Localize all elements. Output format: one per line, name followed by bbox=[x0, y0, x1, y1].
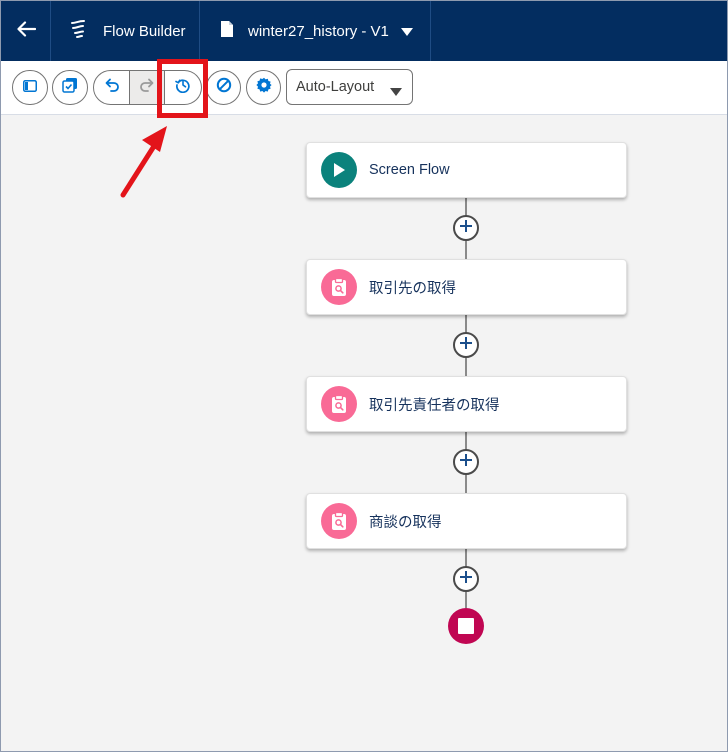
back-button[interactable] bbox=[1, 1, 51, 61]
plus-icon bbox=[459, 336, 473, 355]
copy-button[interactable] bbox=[52, 70, 88, 105]
record-lookup-icon bbox=[321, 269, 357, 305]
get-records-node-accounts[interactable]: 取引先の取得 bbox=[306, 259, 627, 315]
node-label: Screen Flow bbox=[369, 162, 450, 178]
toggle-panel-button[interactable] bbox=[12, 70, 48, 105]
node-label: 取引先の取得 bbox=[369, 280, 456, 297]
ban-icon bbox=[216, 77, 232, 98]
file-name: winter27_history - V1 bbox=[248, 22, 389, 40]
plus-icon bbox=[459, 570, 473, 589]
layout-select-value: Auto-Layout bbox=[296, 79, 375, 95]
add-element-button[interactable] bbox=[453, 332, 479, 358]
get-records-node-contacts[interactable]: 取引先責任者の取得 bbox=[306, 376, 627, 432]
toolbar: Auto-Layout bbox=[1, 61, 727, 115]
plus-icon bbox=[459, 219, 473, 238]
redo-button[interactable] bbox=[129, 70, 165, 105]
record-lookup-icon bbox=[321, 503, 357, 539]
add-element-button[interactable] bbox=[453, 566, 479, 592]
add-element-button[interactable] bbox=[453, 449, 479, 475]
end-node[interactable] bbox=[448, 608, 484, 644]
app-name: Flow Builder bbox=[103, 22, 186, 40]
record-lookup-icon bbox=[321, 386, 357, 422]
app-title: Flow Builder bbox=[51, 1, 200, 61]
settings-button[interactable] bbox=[246, 70, 281, 105]
copy-icon bbox=[62, 77, 78, 98]
layout-select[interactable]: Auto-Layout bbox=[286, 69, 413, 105]
node-label: 取引先責任者の取得 bbox=[369, 397, 500, 414]
play-icon bbox=[321, 152, 357, 188]
app-frame: Flow Builder winter27_history - V1 Auto-… bbox=[0, 0, 728, 752]
flow-canvas[interactable]: Screen Flow 取引先の取得 取引先責任者の取得 商談の取得 bbox=[1, 115, 727, 751]
chevron-down-icon bbox=[400, 23, 413, 40]
gear-icon bbox=[255, 77, 272, 98]
document-icon bbox=[220, 20, 234, 42]
header-bar: Flow Builder winter27_history - V1 bbox=[1, 1, 727, 61]
back-arrow-icon bbox=[16, 20, 36, 42]
undo-button[interactable] bbox=[93, 70, 130, 105]
add-element-button[interactable] bbox=[453, 215, 479, 241]
node-label: 商談の取得 bbox=[369, 514, 442, 531]
get-records-node-opportunities[interactable]: 商談の取得 bbox=[306, 493, 627, 549]
chevron-down-icon bbox=[390, 84, 402, 100]
version-history-button[interactable] bbox=[165, 70, 202, 105]
panel-icon bbox=[23, 79, 37, 97]
redo-icon bbox=[139, 77, 155, 98]
file-menu[interactable]: winter27_history - V1 bbox=[200, 1, 431, 61]
plus-icon bbox=[459, 453, 473, 472]
start-node[interactable]: Screen Flow bbox=[306, 142, 627, 198]
flow-builder-logo-icon bbox=[69, 19, 89, 43]
deactivate-button[interactable] bbox=[206, 70, 241, 105]
stop-icon bbox=[458, 618, 474, 634]
undo-icon bbox=[104, 77, 120, 98]
history-icon bbox=[175, 77, 191, 98]
